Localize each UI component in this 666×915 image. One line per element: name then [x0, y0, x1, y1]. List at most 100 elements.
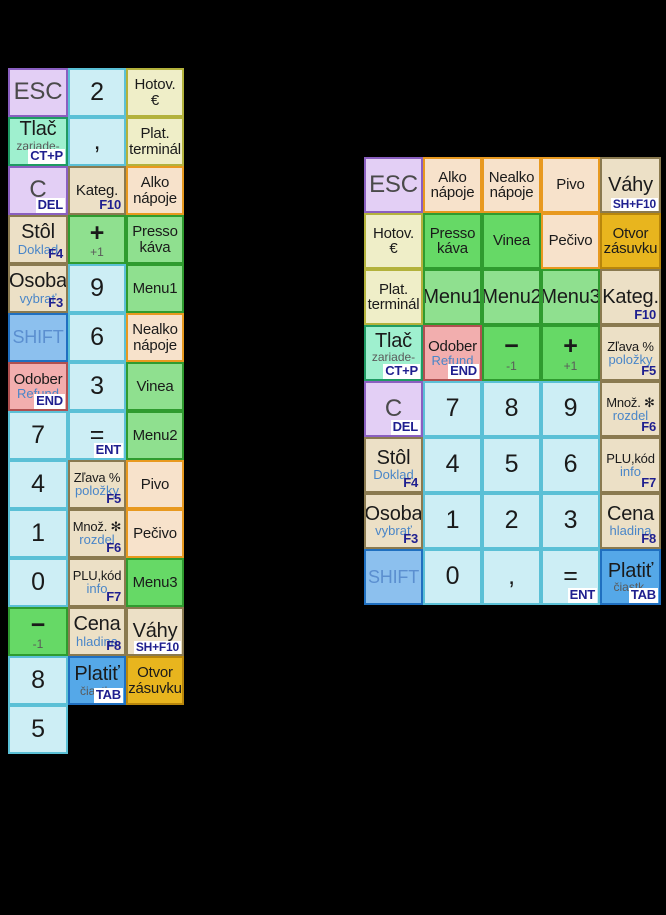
key-8[interactable]: 8	[482, 381, 541, 437]
key-shift[interactable]: SHIFT	[364, 549, 423, 605]
key-vahy[interactable]: Váhy SH+F10	[600, 157, 661, 213]
key-c[interactable]: C DEL	[8, 166, 68, 215]
key-main-label: Presso káva	[132, 223, 178, 256]
key-9[interactable]: 9	[541, 381, 600, 437]
key-plat-terminal[interactable]: Plat. terminál	[126, 117, 184, 166]
key-main-label: Váhy	[608, 173, 653, 196]
key-osoba[interactable]: Osoba vybrať F3	[364, 493, 423, 549]
left-keypad[interactable]: ESC 2 Hotov. € Tlačzariade- nieCT+P, Plat. t…	[8, 68, 184, 754]
key-1[interactable]: 1	[423, 493, 482, 549]
key-vahy[interactable]: Váhy SH+F10	[126, 607, 184, 656]
key-esc[interactable]: ESC	[364, 157, 423, 213]
key-key[interactable]: − -1	[8, 607, 68, 656]
key-main-label: Otvor zásuvku	[128, 664, 182, 697]
key-8[interactable]: 8	[8, 656, 68, 705]
key-main-label: +	[563, 332, 578, 361]
key-main-label: 5	[504, 450, 519, 479]
key-main-label: SHIFT	[12, 327, 64, 348]
key-nealko-napoje[interactable]: Nealko nápoje	[482, 157, 541, 213]
key-7[interactable]: 7	[8, 411, 68, 460]
key-main-label: ESC	[369, 170, 418, 198]
key-main-label: Otvor zásuvku	[603, 224, 658, 257]
key-menu2[interactable]: Menu2	[482, 269, 541, 325]
key-key[interactable]: − -1	[482, 325, 541, 381]
key-vinea[interactable]: Vinea	[126, 362, 184, 411]
key-main-label: Stôl	[21, 221, 55, 244]
key-7[interactable]: 7	[423, 381, 482, 437]
key-esc[interactable]: ESC	[8, 68, 68, 117]
key-key[interactable]: + +1	[541, 325, 600, 381]
key-key[interactable]: = ENT	[68, 411, 126, 460]
key-6[interactable]: 6	[68, 313, 126, 362]
key-kateg[interactable]: Kateg. F10	[68, 166, 126, 215]
right-keypad[interactable]: ESC Alko nápoje Nealko nápoje Pivo Váhy SH+F1…	[364, 157, 661, 605]
key-main-label: Osoba	[364, 502, 423, 525]
key-5[interactable]: 5	[482, 437, 541, 493]
key-vinea[interactable]: Vinea	[482, 213, 541, 269]
key-4[interactable]: 4	[8, 460, 68, 509]
key-plat-terminal[interactable]: Plat. terminál	[364, 269, 423, 325]
key-hotov[interactable]: Hotov. €	[126, 68, 184, 117]
key-zlava[interactable]: Zľava % položky F5	[600, 325, 661, 381]
key-cena[interactable]: Cena hladina F8	[600, 493, 661, 549]
key-tlac[interactable]: Tlačzariade- nieCT+P	[364, 325, 423, 381]
key-plu-kod[interactable]: PLU,kód info F7	[600, 437, 661, 493]
key-menu3[interactable]: Menu3	[541, 269, 600, 325]
key-alko-napoje[interactable]: Alko nápoje	[126, 166, 184, 215]
key-6[interactable]: 6	[541, 437, 600, 493]
key-kateg[interactable]: Kateg. F10	[600, 269, 661, 325]
key-nealko-napoje[interactable]: Nealko nápoje	[126, 313, 184, 362]
key-key[interactable]: = ENT	[541, 549, 600, 605]
key-5[interactable]: 5	[8, 705, 68, 754]
key-platit[interactable]: Platiťčiastk.TAB	[68, 656, 126, 705]
key-shortcut-badge: CT+P	[383, 363, 420, 379]
key-menu2[interactable]: Menu2	[126, 411, 184, 460]
key-plu-kod[interactable]: PLU,kód info F7	[68, 558, 126, 607]
key-3[interactable]: 3	[68, 362, 126, 411]
key-0[interactable]: 0	[423, 549, 482, 605]
key-menu1[interactable]: Menu1	[126, 264, 184, 313]
key-main-label: Pečivo	[548, 232, 593, 250]
key-menu1[interactable]: Menu1	[423, 269, 482, 325]
key-9[interactable]: 9	[68, 264, 126, 313]
key-pecivo[interactable]: Pečivo	[541, 213, 600, 269]
key-presso-kava[interactable]: Presso káva	[126, 215, 184, 264]
key-1[interactable]: 1	[8, 509, 68, 558]
key-2[interactable]: 2	[482, 493, 541, 549]
key-4[interactable]: 4	[423, 437, 482, 493]
key-0[interactable]: 0	[8, 558, 68, 607]
key-mnoz[interactable]: Množ. ✻ rozdel F6	[68, 509, 126, 558]
key-shift[interactable]: SHIFT	[8, 313, 68, 362]
key-key[interactable]: + +1	[68, 215, 126, 264]
key-platit[interactable]: Platiťčiastk.TAB	[600, 549, 661, 605]
key-pivo[interactable]: Pivo	[126, 460, 184, 509]
key-shortcut-badge: F6	[106, 540, 121, 556]
key-hotov[interactable]: Hotov. €	[364, 213, 423, 269]
key-main-label: 0	[31, 567, 45, 596]
key-shortcut-badge: CT+P	[28, 148, 65, 164]
key-key[interactable]: ,	[482, 549, 541, 605]
key-shortcut-badge: TAB	[93, 687, 123, 703]
key-c[interactable]: C DEL	[364, 381, 423, 437]
key-cena[interactable]: Cena hladina F8	[68, 607, 126, 656]
key-otvor-zasuvku[interactable]: Otvor zásuvku	[126, 656, 184, 705]
key-menu3[interactable]: Menu3	[126, 558, 184, 607]
key-3[interactable]: 3	[541, 493, 600, 549]
key-shortcut-badge: F8	[641, 531, 656, 547]
key-mnoz[interactable]: Množ. ✻ rozdel F6	[600, 381, 661, 437]
key-2[interactable]: 2	[68, 68, 126, 117]
key-odober[interactable]: OdoberRefundEND	[8, 362, 68, 411]
key-shortcut-badge: F8	[106, 638, 121, 654]
key-stol[interactable]: Stôl Doklad F4	[8, 215, 68, 264]
key-zlava[interactable]: Zľava % položky F5	[68, 460, 126, 509]
key-osoba[interactable]: Osoba vybrať F3	[8, 264, 68, 313]
key-stol[interactable]: Stôl Doklad F4	[364, 437, 423, 493]
key-alko-napoje[interactable]: Alko nápoje	[423, 157, 482, 213]
key-otvor-zasuvku[interactable]: Otvor zásuvku	[600, 213, 661, 269]
key-tlac[interactable]: Tlačzariade- nieCT+P	[8, 117, 68, 166]
key-key[interactable]: ,	[68, 117, 126, 166]
key-odober[interactable]: OdoberRefundEND	[423, 325, 482, 381]
key-pecivo[interactable]: Pečivo	[126, 509, 184, 558]
key-presso-kava[interactable]: Presso káva	[423, 213, 482, 269]
key-pivo[interactable]: Pivo	[541, 157, 600, 213]
